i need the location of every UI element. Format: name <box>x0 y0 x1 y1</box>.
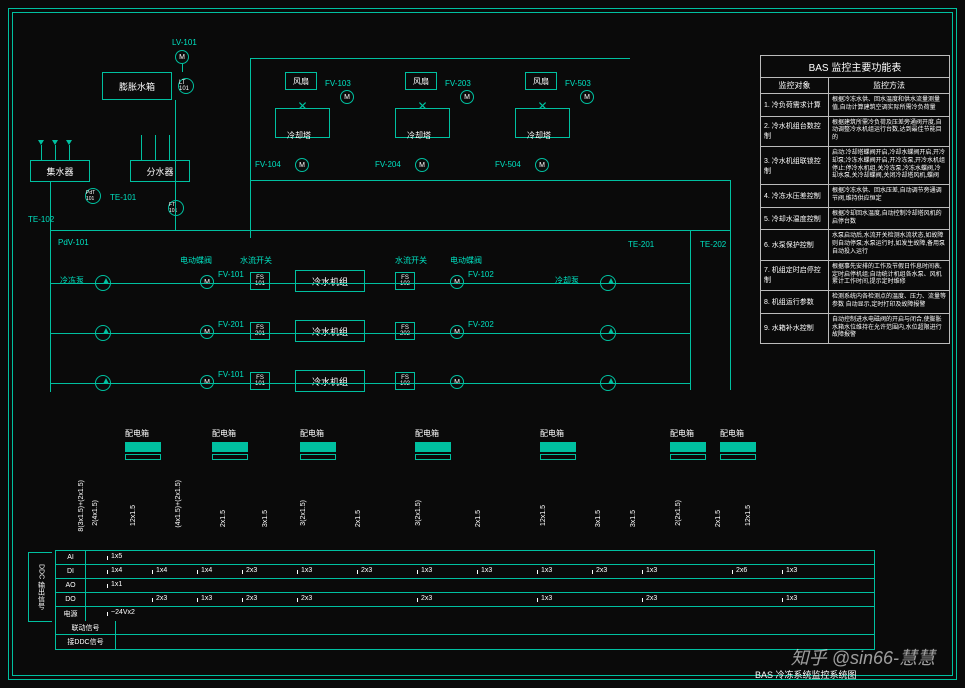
pdt101: PdT 101 <box>85 188 101 204</box>
function-row: 5. 冷却水温度控制根据冷却回水温度,自动控制冷却塔风机的启停台数 <box>761 208 949 231</box>
function-row: 8. 机组运行参数检测系统内各检测点的温度、压力、流量等参数 自动显示,定时打印… <box>761 291 949 314</box>
ft101: FT 101 <box>168 200 184 216</box>
chiller-1: 冷水机组 <box>295 270 365 292</box>
tag-te201: TE-201 <box>628 240 654 249</box>
lt101: LT 101 <box>178 78 194 94</box>
cooling-pump-label: 冷却泵 <box>555 275 579 286</box>
collector: 集水器 <box>30 160 90 182</box>
expansion-tank: 膨胀水箱 <box>102 72 172 100</box>
watermark: 知乎 @sin66-慧慧 <box>791 644 935 670</box>
dist-box-label: 配电箱 <box>212 428 236 439</box>
function-row: 3. 冷水机组联锁控制启动:冷却塔蝶阀开启,冷却水蝶阀开启,开冷却泵;冷冻水蝶阀… <box>761 147 949 185</box>
ddc-table: AI1x5DI1x41x41x42x31x32x31x31x31x32x31x3… <box>55 550 875 650</box>
ddc-row: DI1x41x41x42x31x32x31x31x31x32x31x32x61x… <box>56 565 874 579</box>
tag-pdv101: PdV-101 <box>58 238 89 247</box>
freeze-pump-label: 冷冻泵 <box>60 275 84 286</box>
dist-box-label: 配电箱 <box>540 428 564 439</box>
tag-fv504: FV-504 <box>495 160 521 169</box>
function-row: 1. 冷负荷需求计算根据冷冻水供、回水温度和供水流量测量值,自动计算建筑空调实际… <box>761 94 949 117</box>
function-row: 4. 冷冻水压差控制根据冷冻水供、回水压差,自动调节旁通调节阀,维持供应恒定 <box>761 185 949 208</box>
fan3-label: 风扇 <box>525 72 557 90</box>
valve-lv101: M <box>175 50 189 64</box>
distributor: 分水器 <box>130 160 190 182</box>
function-row: 6. 水泵保护控制水泵启动后,水流开关检测水流状态,如故障则自动停泵;水泵运行时… <box>761 230 949 260</box>
tag-te101: TE-101 <box>110 193 136 202</box>
tag-te202: TE-202 <box>700 240 726 249</box>
tag-fv103: FV-103 <box>325 79 351 88</box>
fan2-label: 风扇 <box>405 72 437 90</box>
function-row: 7. 机组定时启停控制根据事先安排的工作及节假日作息时间表,定时启停机组;自动统… <box>761 261 949 291</box>
dist-box-label: 配电箱 <box>415 428 439 439</box>
ddc-row: 电源~24Vx2 <box>56 607 874 621</box>
chiller-2: 冷水机组 <box>295 320 365 342</box>
ddc-side-label: DDC 输出信号 <box>28 552 52 622</box>
fan1-label: 风扇 <box>285 72 317 90</box>
dist-box-label: 配电箱 <box>720 428 744 439</box>
ddc-row: DO2x31x32x32x32x31x32x31x3 <box>56 593 874 607</box>
dist-box-label: 配电箱 <box>125 428 149 439</box>
function-row: 9. 水箱补水控制自动控制进水电磁阀的开启与闭合,使膨胀水箱水位维持在允许范围内… <box>761 314 949 343</box>
chiller-3: 冷水机组 <box>295 370 365 392</box>
ddc-row: AI1x5 <box>56 551 874 565</box>
function-row: 2. 冷水机组台数控制根据建筑所需冷负荷及压差旁通阀开度,自动调整冷水机组运行台… <box>761 117 949 147</box>
dist-box-label: 配电箱 <box>300 428 324 439</box>
tag-lv101: LV-101 <box>172 38 197 47</box>
function-table-title: BAS 监控主要功能表 <box>761 56 949 78</box>
tag-fv503: FV-503 <box>565 79 591 88</box>
function-table: BAS 监控主要功能表 监控对象 监控方法 1. 冷负荷需求计算根据冷冻水供、回… <box>760 55 950 344</box>
tag-fv203: FV-203 <box>445 79 471 88</box>
tag-fv204: FV-204 <box>375 160 401 169</box>
dist-box-label: 配电箱 <box>670 428 694 439</box>
tag-fv104: FV-104 <box>255 160 281 169</box>
ddc-row: AO1x1 <box>56 579 874 593</box>
